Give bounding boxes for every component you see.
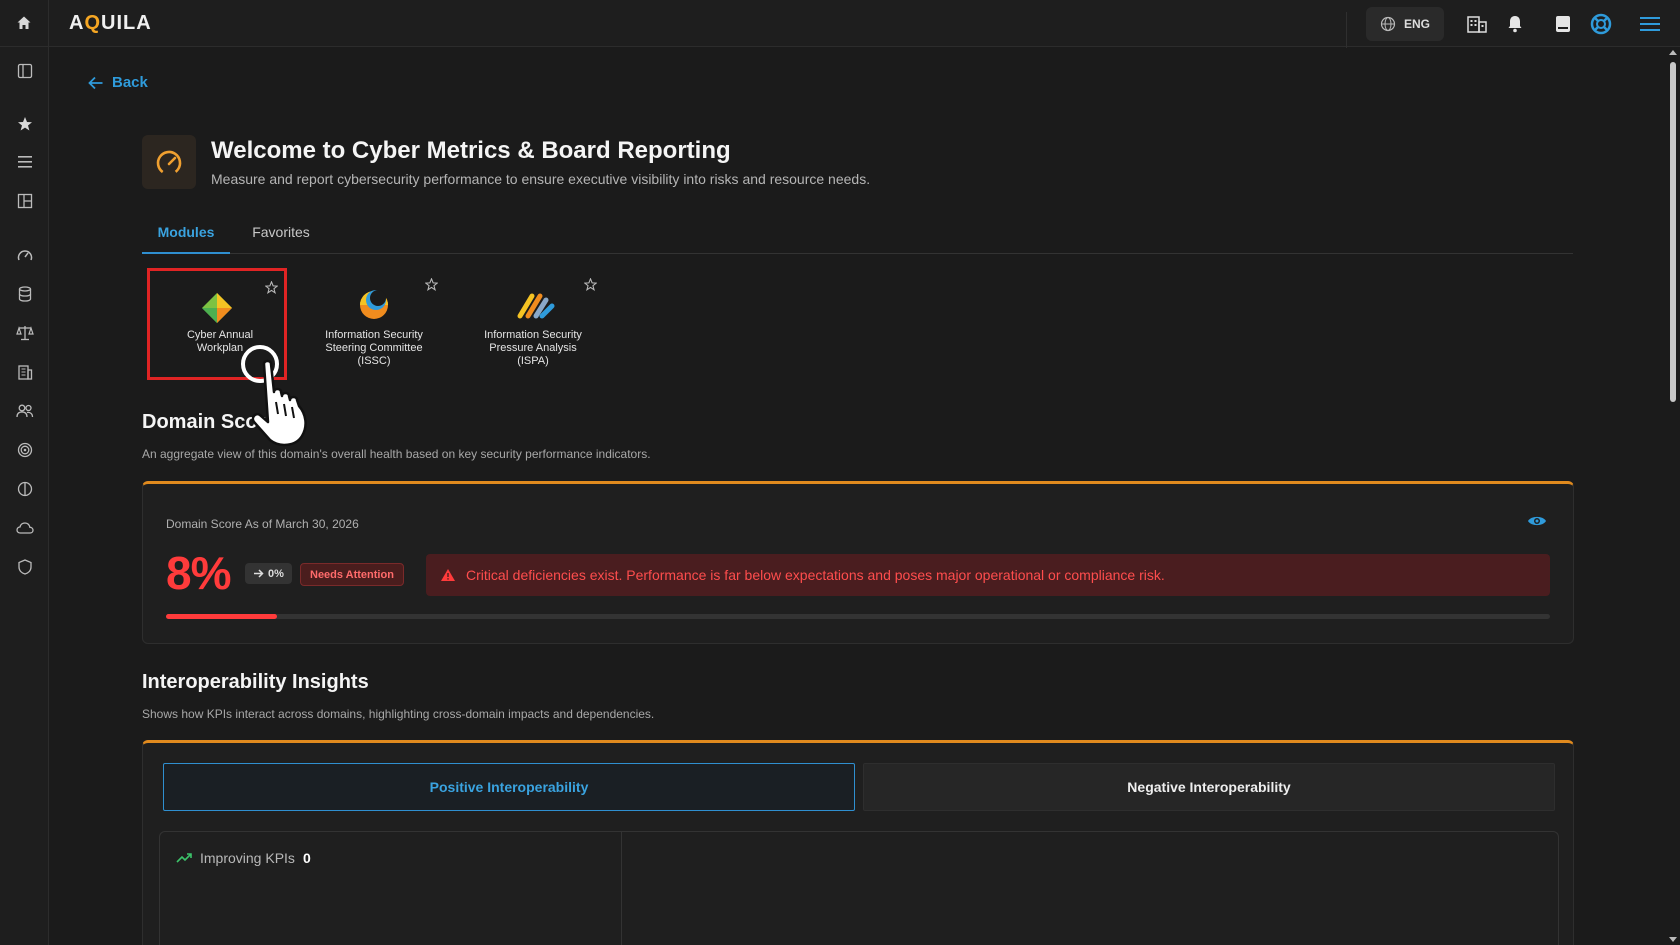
trending-up-icon <box>176 853 192 863</box>
book-icon <box>1556 15 1570 32</box>
interop-title: Interoperability Insights <box>142 671 369 693</box>
page-subtitle: Measure and report cybersecurity perform… <box>211 171 871 187</box>
module-card-ispa[interactable]: Information Security Pressure Analysis (… <box>463 268 603 380</box>
cloud-icon <box>15 522 34 534</box>
eye-icon[interactable] <box>1527 514 1547 528</box>
page-icon <box>142 135 196 189</box>
module-tabs: Modules Favorites <box>142 222 1573 254</box>
diamond-icon <box>200 291 234 325</box>
sidebar-item-targets[interactable] <box>0 435 49 465</box>
sidebar-item-dashboard[interactable] <box>0 240 49 270</box>
tab-positive-interoperability[interactable]: Positive Interoperability <box>163 763 855 811</box>
panel-divider <box>621 832 622 945</box>
home-icon <box>17 16 31 29</box>
language-selector[interactable]: ENG <box>1345 6 1444 48</box>
notifications-button[interactable] <box>1496 0 1534 47</box>
main-menu-button[interactable] <box>1620 0 1680 47</box>
improving-kpis: Improving KPIs 0 <box>176 850 311 866</box>
sidebar <box>0 47 49 945</box>
star-icon <box>17 117 32 131</box>
tab-negative-interoperability[interactable]: Negative Interoperability <box>863 763 1555 811</box>
page-title: Welcome to Cyber Metrics & Board Reporti… <box>211 137 731 164</box>
crescent-icon <box>357 288 391 322</box>
score-date-label: Domain Score As of March 30, 2026 <box>166 517 359 531</box>
pointer-hand-icon <box>241 345 307 447</box>
domain-score-description: An aggregate view of this domain's overa… <box>142 447 651 461</box>
back-link[interactable]: Back <box>88 74 148 91</box>
building-icon <box>1467 15 1487 33</box>
sidebar-item-users[interactable] <box>0 396 49 426</box>
score-value: 8% <box>166 547 231 599</box>
warning-icon <box>441 569 455 581</box>
score-progress-fill <box>166 614 277 619</box>
documents-button[interactable] <box>1544 0 1582 47</box>
arrow-right-icon <box>254 569 264 578</box>
gauge-icon <box>17 250 32 261</box>
favorite-star-icon[interactable] <box>584 278 597 291</box>
sidebar-item-cloud[interactable] <box>0 513 49 543</box>
sidebar-item-compliance[interactable] <box>0 318 49 348</box>
arrow-left-icon <box>88 76 103 89</box>
alert-banner: Critical deficiencies exist. Performance… <box>426 554 1550 596</box>
module-label: Information Security Pressure Analysis (… <box>484 329 582 367</box>
app-logo[interactable]: AQUILA <box>69 12 152 35</box>
sidebar-toggle-button[interactable] <box>0 56 49 86</box>
bell-icon <box>1508 15 1522 32</box>
domain-score-card: Domain Score As of March 30, 2026 8% 0% … <box>142 481 1574 644</box>
page-scrollbar[interactable] <box>1666 47 1680 945</box>
half-circle-icon <box>17 481 32 497</box>
scroll-down-icon[interactable] <box>1669 937 1677 942</box>
globe-icon <box>1380 16 1396 31</box>
organization-button[interactable] <box>1458 0 1496 47</box>
tab-favorites[interactable]: Favorites <box>246 222 316 254</box>
users-icon <box>15 404 33 418</box>
sidebar-item-list[interactable] <box>0 147 49 177</box>
sidebar-item-organization[interactable] <box>0 357 49 387</box>
sidebar-item-layout[interactable] <box>0 186 49 216</box>
office-icon <box>17 365 32 380</box>
list-icon <box>17 156 32 168</box>
panel-toggle-icon <box>17 63 32 79</box>
interop-description: Shows how KPIs interact across domains, … <box>142 707 655 721</box>
sidebar-item-security[interactable] <box>0 552 49 582</box>
home-button[interactable] <box>0 0 49 47</box>
status-badge: Needs Attention <box>300 563 404 586</box>
scroll-up-icon[interactable] <box>1669 50 1677 55</box>
language-label: ENG <box>1403 16 1430 31</box>
stripes-icon <box>516 288 555 322</box>
back-label: Back <box>112 74 148 91</box>
hamburger-icon <box>1640 16 1660 31</box>
sidebar-item-database[interactable] <box>0 279 49 309</box>
trend-badge: 0% <box>245 563 292 584</box>
lifebuoy-icon <box>1590 13 1612 34</box>
target-icon <box>17 442 32 458</box>
sidebar-item-favorites[interactable] <box>0 109 49 139</box>
alert-text: Critical deficiencies exist. Performance… <box>466 567 1165 583</box>
database-icon <box>18 286 31 302</box>
kpi-panel: Improving KPIs 0 <box>159 831 1559 945</box>
improving-kpis-label: Improving KPIs <box>200 850 295 866</box>
scale-icon <box>15 326 34 341</box>
top-bar: AQUILA ENG <box>0 0 1680 48</box>
favorite-star-icon[interactable] <box>425 278 438 291</box>
improving-kpis-count: 0 <box>302 850 311 866</box>
help-button[interactable] <box>1582 0 1620 47</box>
tab-modules[interactable]: Modules <box>142 222 230 254</box>
favorite-star-icon[interactable] <box>265 281 278 294</box>
layout-icon <box>17 193 32 209</box>
interop-card: Positive Interoperability Negative Inter… <box>142 740 1574 945</box>
sidebar-item-insights[interactable] <box>0 474 49 504</box>
score-progress-bar <box>166 614 1550 619</box>
shield-icon <box>17 559 32 575</box>
scroll-thumb[interactable] <box>1670 62 1676 402</box>
speedometer-icon <box>156 150 182 176</box>
